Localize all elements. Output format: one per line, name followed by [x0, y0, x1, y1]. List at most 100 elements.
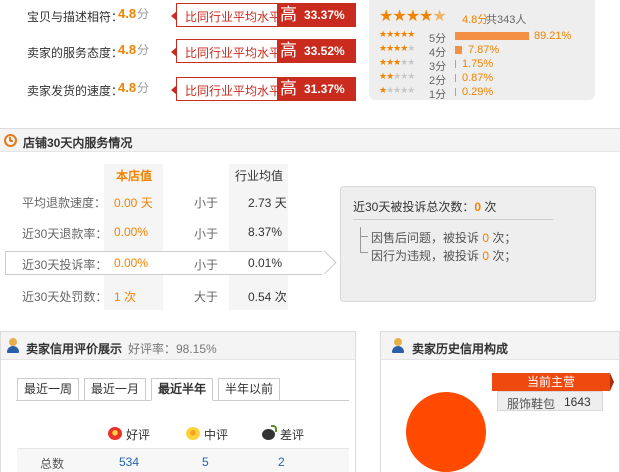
- service-shop-value: 0.00 天: [114, 196, 153, 210]
- service-compare: 小于: [194, 196, 219, 210]
- distribution-bar: [455, 46, 462, 54]
- service-row-label: 近30天退款率：: [22, 227, 108, 241]
- neutral-review-header: 中评: [204, 428, 229, 442]
- service-row-label: 近30天处罚数：: [22, 290, 108, 304]
- service-row-label: 近30天投诉率：: [22, 258, 108, 272]
- industry-compare-box: 比同行业平均水平 高 31.37%: [171, 77, 356, 101]
- divider: [353, 219, 553, 220]
- compare-text: 比同行业平均水平: [185, 10, 282, 24]
- good-review-icon: [108, 427, 122, 440]
- dsr-row-description: 宝贝与描述相符： 4.8分 比同行业平均水平 高 33.37%: [0, 2, 368, 32]
- total-row-label: 总数: [40, 457, 65, 471]
- service-shop-value: 0.00%: [114, 256, 149, 270]
- clock-icon: [4, 134, 17, 147]
- service-industry-value: 0.01%: [248, 256, 283, 270]
- industry-compare-box: 比同行业平均水平 高 33.52%: [171, 39, 356, 63]
- dsr-row-shipping: 卖家发货的速度： 4.8分 比同行业平均水平 高 31.37%: [0, 76, 368, 106]
- tree-connector: [360, 227, 368, 237]
- good-review-count[interactable]: 534: [119, 455, 139, 469]
- credit-panel-header: 卖家信用评价展示 好评率：98.15%: [1, 332, 355, 360]
- service-industry-value: 8.37%: [248, 225, 283, 239]
- dsr-score: 4.8分: [118, 6, 150, 21]
- category-count: 1643: [564, 395, 591, 409]
- compare-word: 高: [280, 79, 297, 98]
- bad-review-icon: [262, 425, 277, 440]
- distribution-total: 共343人: [486, 14, 527, 26]
- service-compare: 小于: [194, 227, 219, 241]
- complaint-total: 近30天被投诉总次数：0 次: [353, 200, 497, 214]
- distribution-bar: [455, 74, 456, 82]
- history-panel-header: 卖家历史信用构成: [381, 332, 619, 360]
- good-rate: 好评率：98.15%: [128, 342, 217, 356]
- distribution-bar: [455, 32, 529, 40]
- compare-badge: 高 33.52%: [277, 40, 355, 62]
- neutral-review-count[interactable]: 5: [202, 455, 209, 469]
- tree-connector: [360, 237, 368, 253]
- service-shop-value: 0.00%: [114, 225, 149, 239]
- distribution-bar: [455, 88, 456, 96]
- service-industry-value: 2.73 天: [248, 196, 287, 210]
- complaint-summary-box: 近30天被投诉总次数：0 次 因售后问题，被投诉 0 次； 因行为违规，被投诉 …: [340, 186, 596, 302]
- compare-percent: 33.52%: [304, 44, 345, 58]
- compare-word: 高: [280, 5, 297, 24]
- service-compare: 小于: [194, 258, 219, 272]
- star-row-icon: ★★★★★: [379, 71, 415, 81]
- compare-badge: 高 31.37%: [277, 78, 355, 100]
- compare-arrow-icon: [171, 47, 177, 57]
- service-industry-value: 0.54 次: [248, 290, 287, 304]
- distribution-label: 1分: [429, 89, 447, 101]
- dsr-score: 4.8分: [118, 80, 150, 95]
- distribution-row: ★★★★★ 5分 89.21%: [379, 29, 594, 45]
- shop-column-header: 本店值: [116, 169, 153, 183]
- distribution-percent: 1.75%: [462, 58, 494, 70]
- distribution-score: 4.8分: [462, 14, 489, 26]
- compare-badge: 高 33.37%: [277, 4, 355, 26]
- tab-last-week[interactable]: 最近一周: [17, 378, 79, 401]
- table-row: [17, 448, 349, 472]
- compare-percent: 31.37%: [304, 82, 345, 96]
- complaint-item-violation: 因行为违规，被投诉 0 次；: [371, 249, 517, 263]
- distribution-row: ★★★★★ 1分 0.29%: [379, 85, 594, 101]
- dsr-label: 宝贝与描述相符：: [27, 10, 124, 24]
- compare-arrow-icon: [171, 11, 177, 21]
- tab-last-month[interactable]: 最近一月: [84, 378, 146, 401]
- rating-stars-icon: ★★★★★: [379, 8, 447, 25]
- distribution-row: ★★★★★ 4分 7.87%: [379, 43, 594, 59]
- service-shop-value: 1 次: [114, 290, 137, 304]
- distribution-percent: 7.87%: [468, 44, 500, 56]
- star-row-icon: ★★★★★: [379, 57, 415, 67]
- distribution-bar: [455, 60, 456, 68]
- tab-before-half-year[interactable]: 半年以前: [218, 378, 280, 401]
- star-row-icon: ★★★★★: [379, 85, 415, 95]
- dsr-label: 卖家发货的速度：: [27, 84, 124, 98]
- star-row-icon: ★★★★★: [379, 43, 415, 53]
- category-name: 服饰鞋包: [507, 397, 556, 411]
- bad-review-count[interactable]: 2: [278, 455, 285, 469]
- seller-icon: [6, 338, 20, 354]
- complaint-item-aftersale: 因售后问题，被投诉 0 次；: [371, 231, 517, 245]
- neutral-review-icon: [186, 427, 200, 440]
- good-review-header: 好评: [126, 428, 151, 442]
- bad-review-header: 差评: [280, 428, 305, 442]
- dsr-score: 4.8分: [118, 42, 150, 57]
- compare-word: 高: [280, 41, 297, 60]
- industry-column-header: 行业均值: [235, 169, 284, 183]
- compare-text: 比同行业平均水平: [185, 84, 282, 98]
- dsr-label: 卖家的服务态度：: [27, 46, 124, 60]
- service-section-title: 店铺30天内服务情况: [23, 136, 133, 150]
- history-panel-title: 卖家历史信用构成: [412, 342, 509, 356]
- tab-last-half-year[interactable]: 最近半年: [151, 378, 213, 401]
- distribution-percent: 89.21%: [534, 30, 572, 42]
- category-box: 服饰鞋包 1643: [497, 391, 603, 411]
- credit-composition-pie: [406, 392, 486, 472]
- dsr-row-service: 卖家的服务态度： 4.8分 比同行业平均水平 高 33.52%: [0, 38, 368, 68]
- distribution-row: ★★★★★ 3分 1.75%: [379, 57, 594, 73]
- service-row-label: 平均退款速度：: [22, 196, 107, 210]
- service-compare: 大于: [194, 290, 219, 304]
- distribution-percent: 0.29%: [462, 86, 494, 98]
- distribution-row: ★★★★★ 2分 0.87%: [379, 71, 594, 87]
- credit-panel-title: 卖家信用评价展示: [26, 342, 123, 356]
- seller-icon: [391, 338, 405, 354]
- score-distribution-panel: ★★★★★ 4.8分 共343人 ★★★★★ 5分 89.21% ★★★★★ 4…: [369, 0, 595, 101]
- compare-arrow-icon: [171, 85, 177, 95]
